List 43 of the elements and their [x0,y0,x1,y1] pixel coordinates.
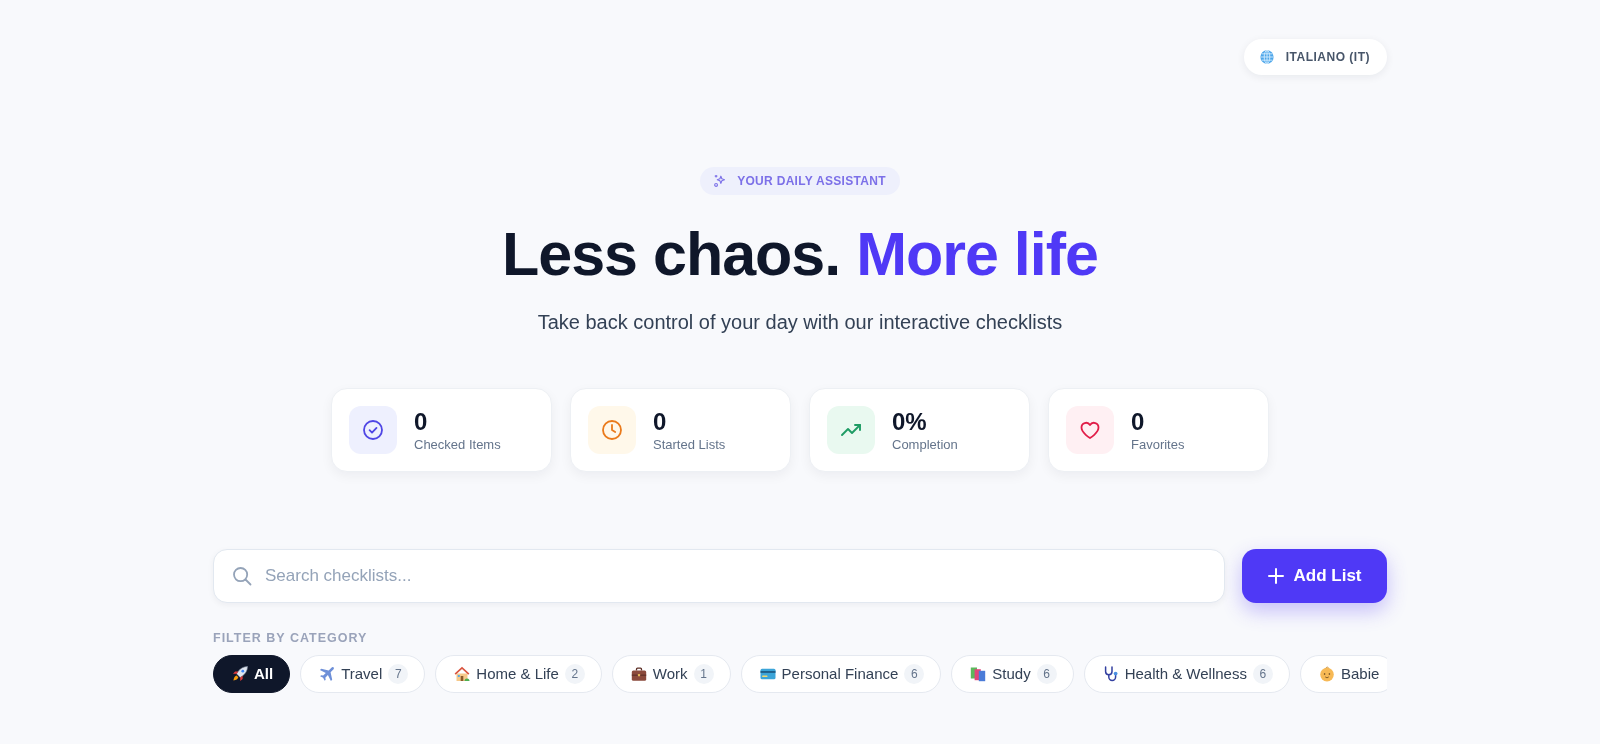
stat-label: Started Lists [653,435,726,454]
stat-value: 0 [1131,406,1146,436]
item-count: 6 [904,664,925,684]
stat-label: Completion [892,435,958,454]
category-chip[interactable]: Study 6 [951,655,1074,693]
stat-value: 0 [414,406,429,436]
add-list-button[interactable]: Add List [1242,549,1387,603]
hero-subtitle: Take back control of your day with our interactive checklists [536,310,1064,335]
category-chip[interactable]: Home & Life 2 [435,655,602,693]
language-button[interactable]: ITALIANO (IT) [1243,39,1387,75]
stat-label: Checked Items [414,435,501,454]
category-chip[interactable]: Personal Finance 6 [740,655,942,693]
item-count: 6 [1252,664,1273,684]
stat-label: Favorites [1131,435,1185,454]
stat-value: 0 [653,406,668,436]
globe-icon [1259,50,1274,64]
item-count: 2 [564,664,585,684]
stethoscope-icon [1102,666,1119,682]
item-count: 7 [388,664,409,684]
search-icon [232,566,252,586]
tagline-text: YOUR DAILY ASSISTANT [737,173,886,190]
trending-up-icon [827,406,875,454]
books-icon [970,666,987,682]
sparkles-icon [713,174,728,188]
house-icon [454,666,471,682]
filter-heading: FILTER BY CATEGORY [213,630,369,647]
item-count: 6 [1036,664,1057,684]
stat-value: 0% [892,406,928,436]
category-chip[interactable]: All [213,655,291,693]
hero-heading: Less chaos. More life [501,221,1099,287]
search-field[interactable]: Search checklists... [213,549,1225,603]
briefcase-icon [630,666,647,682]
category-chip[interactable]: Babie [1299,655,1387,693]
item-count: 1 [693,664,714,684]
category-chip[interactable]: Travel 7 [300,655,426,693]
category-chip[interactable]: Work 1 [611,655,731,693]
credit-card-icon [759,666,776,682]
rocket-icon [232,666,248,682]
plus-icon [1267,568,1284,584]
airplane-icon [319,666,336,682]
baby-face-icon [1318,666,1335,682]
category-chip[interactable]: Health & Wellness 6 [1083,655,1290,693]
clock-icon [588,406,636,454]
